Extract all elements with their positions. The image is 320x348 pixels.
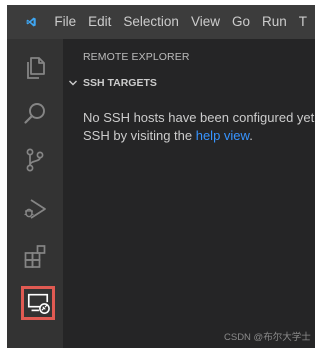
message-line-1: No SSH hosts have been configured yet.: [83, 110, 315, 125]
activity-explorer[interactable]: [7, 45, 63, 91]
extensions-icon: [24, 245, 46, 268]
message-line-2-prefix: SSH by visiting the: [83, 128, 196, 143]
menu-file[interactable]: File: [50, 5, 84, 39]
source-control-icon: [26, 148, 44, 172]
menu-edit[interactable]: Edit: [84, 5, 119, 39]
menu-terminal[interactable]: T: [295, 5, 315, 39]
remote-explorer-icon: [27, 293, 50, 314]
vscode-window: File Edit Selection View Go Run T REMOTE…: [7, 5, 315, 348]
menu-selection[interactable]: Selection: [119, 5, 187, 39]
activity-search[interactable]: [7, 91, 63, 137]
sidebar-title: REMOTE EXPLORER: [83, 51, 190, 63]
activity-source-control[interactable]: [7, 137, 63, 183]
menu-view[interactable]: View: [187, 5, 228, 39]
empty-message: No SSH hosts have been configured yet. S…: [83, 109, 315, 145]
message-line-2-suffix: .: [249, 128, 253, 143]
highlight-box: [21, 286, 55, 320]
menu-run[interactable]: Run: [258, 5, 295, 39]
title-bar: File Edit Selection View Go Run T: [7, 5, 315, 39]
watermark: CSDN @布尔大学士: [224, 332, 311, 343]
remote-explorer-sidebar: REMOTE EXPLORER SSH TARGETS No SSH hosts…: [63, 39, 315, 348]
menu-go[interactable]: Go: [228, 5, 258, 39]
vscode-logo-icon: [26, 17, 36, 27]
files-icon: [27, 57, 45, 79]
activity-bar: [7, 39, 63, 348]
ssh-targets-section-header[interactable]: SSH TARGETS: [67, 77, 157, 89]
run-debug-icon: [24, 199, 46, 219]
chevron-down-icon: [69, 80, 77, 86]
search-icon: [24, 103, 45, 124]
message-line-2: SSH by visiting the help view.: [83, 127, 315, 145]
help-view-link[interactable]: help view: [196, 128, 249, 143]
activity-run-debug[interactable]: [7, 186, 63, 232]
section-title: SSH TARGETS: [83, 77, 157, 89]
activity-remote-explorer[interactable]: [7, 283, 63, 329]
activity-extensions[interactable]: [7, 233, 63, 279]
